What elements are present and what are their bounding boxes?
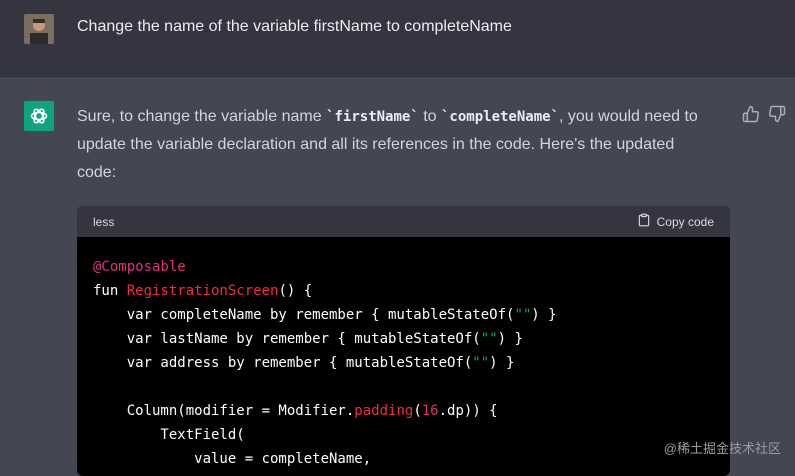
thumbs-down-icon[interactable] [768,105,786,123]
code-token: ) } [531,307,557,323]
code-token: "" [472,355,490,371]
code-token: ) } [489,355,515,371]
code-block-header: less Copy code [77,206,730,237]
code-token: () { [278,283,313,299]
code-line: @Composable [93,255,714,279]
user-message-text: Change the name of the variable firstNam… [77,18,512,35]
code-token: ( [413,403,422,419]
code-token: TextField( [93,427,245,443]
code-token: var address by remember { mutableStateOf… [93,355,473,371]
copy-code-label: Copy code [656,214,714,229]
code-content: @Composable fun RegistrationScreen() { va… [77,237,730,471]
openai-logo-icon [24,101,54,131]
code-token: 16 [421,403,439,419]
code-line: var address by remember { mutableStateOf… [93,351,714,375]
code-token: RegistrationScreen [126,283,279,299]
code-line: var completeName by remember { mutableSt… [93,303,714,327]
thumbs-up-icon[interactable] [742,105,760,123]
clipboard-icon [637,213,651,230]
code-token: "" [514,307,532,323]
code-language-label: less [93,215,115,229]
code-token: "" [480,331,498,347]
assistant-reply-text: Sure, to change the variable name `first… [77,103,717,187]
reply-text-part: Sure, to change the variable name [77,108,327,125]
code-line: TextField( [93,423,714,447]
code-line: value = completeName, [93,447,714,471]
user-avatar [24,14,54,44]
user-message-row: Change the name of the variable firstNam… [0,0,795,77]
code-token: ) } [497,331,523,347]
code-line: var lastName by remember { mutableStateO… [93,327,714,351]
inline-code-completename: `completeName` [441,109,560,125]
code-token: var completeName by remember { mutableSt… [93,307,515,323]
code-token: fun [93,283,127,299]
code-block: less Copy code @Composable fun Registrati… [77,206,730,476]
inline-code-firstname: `firstName` [326,109,419,125]
code-token: value = completeName, [93,451,372,467]
code-line: Column(modifier = Modifier.padding(16.dp… [93,399,714,423]
code-token: padding [354,403,414,419]
reply-text-part: to [418,108,441,125]
code-token: Column(modifier = Modifier. [93,403,355,419]
watermark: @稀土掘金技术社区 [663,441,781,456]
code-line: fun RegistrationScreen() { [93,279,714,303]
assistant-message-row: Sure, to change the variable name `first… [0,77,795,476]
code-token: var lastName by remember { mutableStateO… [93,331,481,347]
code-token: @Composable [93,259,186,275]
code-token: .dp)) { [438,403,498,419]
copy-code-button[interactable]: Copy code [637,213,714,230]
